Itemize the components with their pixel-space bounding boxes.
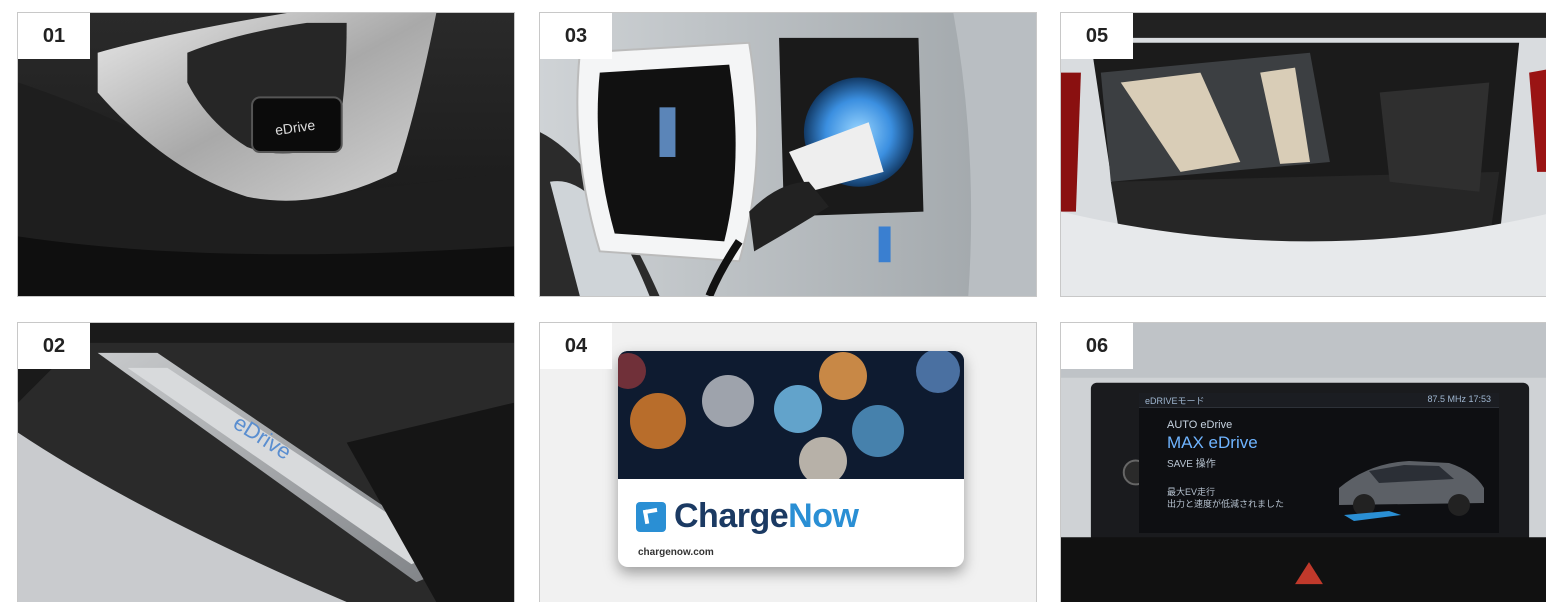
chargenow-url: chargenow.com	[638, 547, 714, 558]
card-bokeh-image	[618, 351, 964, 479]
brand-suffix: Now	[788, 497, 859, 535]
tile-01[interactable]: 01 eDrive	[17, 12, 515, 297]
tile-number-01: 01	[18, 13, 90, 59]
tile-06[interactable]: 06 eDRIVEモード 87.5 MHz 17:53 AUTO eDrive …	[1060, 322, 1546, 602]
tile-03[interactable]: 03	[539, 12, 1037, 297]
nav-screen: eDRIVEモード 87.5 MHz 17:53 AUTO eDrive MAX…	[1139, 393, 1499, 533]
photo-console-edrive: eDrive	[18, 13, 514, 296]
brand-prefix: Charge	[674, 497, 789, 535]
tile-04[interactable]: 04 ChargeNow chargenow.com	[539, 322, 1037, 602]
tile-number-03: 03	[540, 13, 612, 59]
tile-number-04: 04	[540, 323, 612, 369]
car-render	[1339, 461, 1484, 521]
chargenow-arrow-icon	[636, 502, 666, 532]
chargenow-logo: ChargeNow	[636, 497, 859, 536]
photo-door-sill: eDrive	[18, 323, 514, 602]
chargenow-card: ChargeNow chargenow.com	[618, 351, 964, 567]
photo-charging-port	[540, 13, 1036, 296]
tile-number-05: 05	[1061, 13, 1133, 59]
tile-number-02: 02	[18, 323, 90, 369]
photo-trunk	[1061, 13, 1546, 296]
tile-02[interactable]: 02 eDrive	[17, 322, 515, 602]
tile-05[interactable]: 05	[1060, 12, 1546, 297]
tile-number-06: 06	[1061, 323, 1133, 369]
